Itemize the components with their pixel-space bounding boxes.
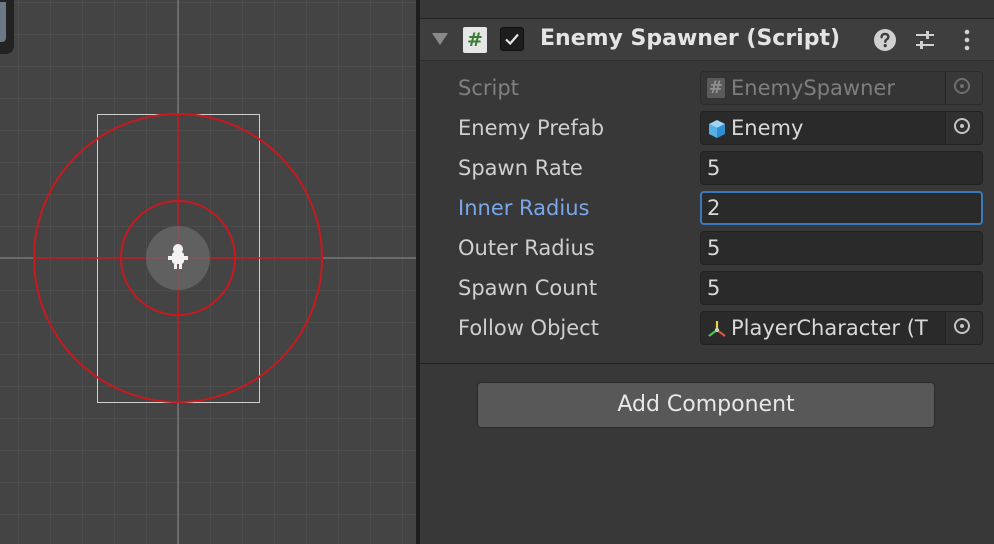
script-file-icon: # [707,78,725,98]
spawn-rate-input[interactable]: 5 [700,151,983,185]
script-object-field: # EnemySpawner [700,71,983,105]
help-icon[interactable] [873,28,897,52]
object-picker-button[interactable] [945,312,982,344]
inspector-panel: # Enemy Spawner (Script) Script # EnemyS… [420,0,994,544]
follow-object-label: Follow Object [458,316,599,340]
spawn-rate-label: Spawn Rate [458,156,583,180]
object-picker-button [945,72,982,104]
follow-object-value: PlayerCharacter (T [731,316,928,340]
outer-radius-label: Outer Radius [458,236,595,260]
enemy-prefab-field[interactable]: Enemy [700,111,983,145]
overlay-toolbar-button[interactable] [0,2,6,42]
transform-icon [708,321,726,337]
foldout-arrow-icon[interactable] [432,33,448,45]
more-menu-icon[interactable] [955,28,979,52]
prefab-cube-icon [709,120,725,138]
scene-overlay-toolbar[interactable] [0,0,14,54]
outer-radius-input[interactable]: 5 [700,231,983,265]
enemy-prefab-value: Enemy [731,116,804,140]
divider [420,363,994,364]
inner-radius-label: Inner Radius [458,196,590,220]
component-title: Enemy Spawner (Script) [540,26,841,51]
component-header[interactable]: # Enemy Spawner (Script) [420,19,994,61]
script-label: Script [458,76,519,100]
presets-sliders-icon[interactable] [913,28,937,52]
checkmark-icon [505,33,519,46]
object-picker-button[interactable] [945,112,982,144]
follow-object-field[interactable]: PlayerCharacter (T [700,311,983,345]
inner-radius-input[interactable]: 2 [700,191,983,225]
script-value: EnemySpawner [731,76,895,100]
enemy-prefab-label: Enemy Prefab [458,116,605,140]
csharp-script-icon: # [463,27,487,53]
scene-gizmos [0,0,416,544]
scene-view[interactable] [0,0,416,544]
add-component-button[interactable]: Add Component [477,382,935,428]
spawn-count-label: Spawn Count [458,276,598,300]
spawn-count-input[interactable]: 5 [700,271,983,305]
component-enabled-checkbox[interactable] [500,27,524,51]
